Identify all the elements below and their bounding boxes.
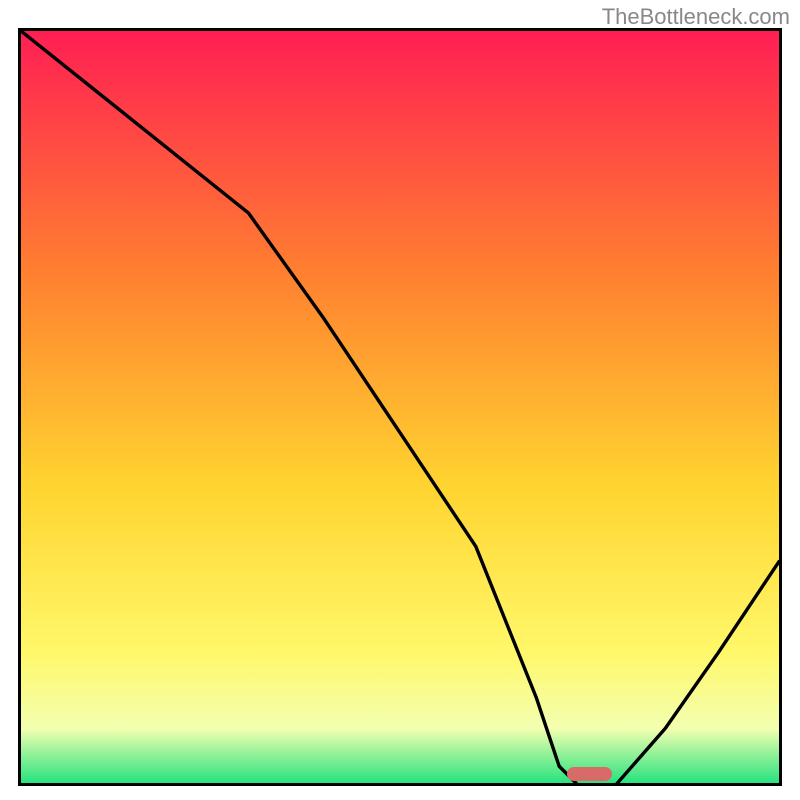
optimum-marker [567,767,612,781]
chart-container: TheBottleneck.com [0,0,800,800]
watermark-text: TheBottleneck.com [602,4,790,30]
plot-frame [18,28,782,786]
bottleneck-curve [21,31,779,786]
